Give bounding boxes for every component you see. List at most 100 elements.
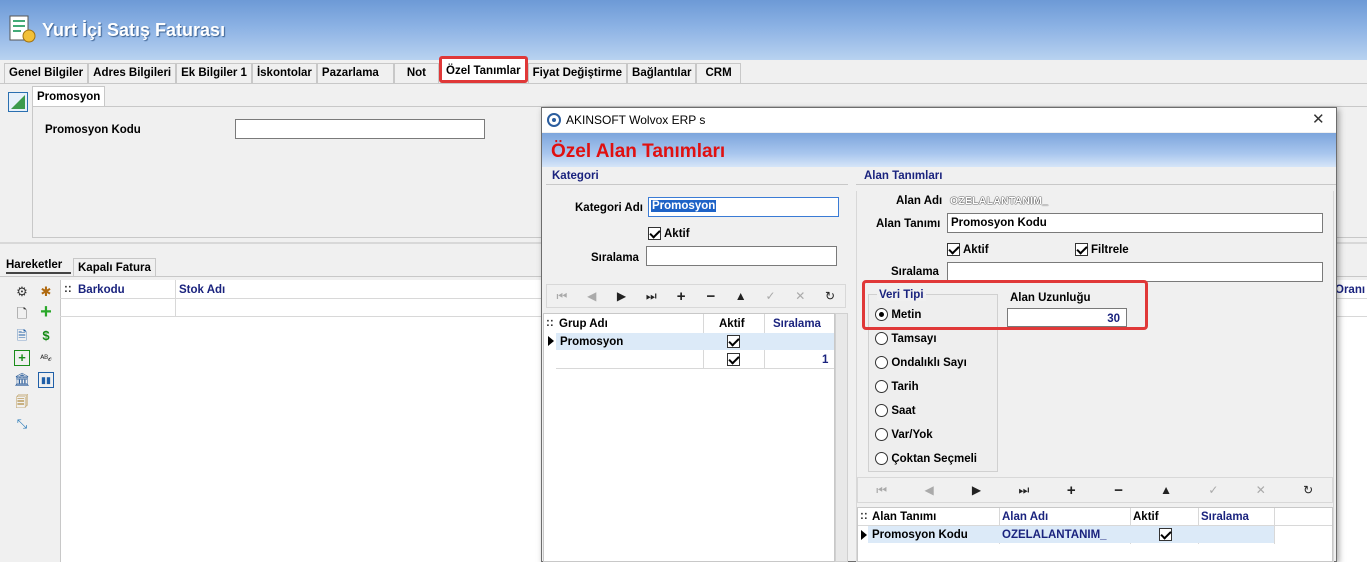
radio-ondalikli-circle[interactable] (875, 356, 888, 370)
tab-adres-bilgileri[interactable]: Adres Bilgileri (88, 63, 177, 83)
nav-first-icon[interactable]: ⏮ (552, 289, 572, 304)
report-icon[interactable]: 🗐 (14, 394, 30, 410)
col-stok-adi[interactable]: Stok Adı (179, 284, 225, 296)
alan-nav-last-icon[interactable]: ⏭ (1014, 483, 1034, 498)
col-orani[interactable]: Oranı (1335, 284, 1365, 296)
alan-navigator: ⏮ ◀ ▶ ⏭ + − ▲ ✓ ✕ ↻ (857, 477, 1333, 503)
new-document-icon[interactable]: 🗋 (14, 306, 30, 322)
alan-nav-next-icon[interactable]: ▶ (966, 483, 986, 497)
add-icon[interactable]: + (38, 302, 54, 322)
tab-pazarlama[interactable]: Pazarlama (316, 63, 394, 83)
dollar-icon[interactable]: $ (38, 328, 54, 344)
alan-col-div4 (1274, 508, 1275, 544)
kategori-col-siralama[interactable]: Sıralama (773, 318, 821, 330)
tab-ozel-tanimlar[interactable]: Özel Tanımlar (439, 56, 528, 83)
nav-refresh-icon[interactable]: ↻ (820, 289, 840, 303)
pause-icon[interactable]: ▮▮ (38, 372, 54, 388)
kategori-grid-scrollbar[interactable] (835, 313, 848, 562)
alan-row-aktif-check[interactable] (1159, 528, 1172, 541)
tab-not[interactable]: Not (393, 63, 439, 83)
bug-icon[interactable]: ✱ (38, 284, 54, 300)
network-icon[interactable]: ⤡ (14, 416, 30, 432)
nav-next-icon[interactable]: ▶ (611, 289, 631, 303)
alan-row-aktif[interactable] (1159, 528, 1172, 544)
kategori-adi-value: Promosyon (651, 200, 717, 212)
alan-tanimi-input[interactable]: Promosyon Kodu (947, 213, 1323, 233)
kategori-siralama-label: Sıralama (591, 252, 639, 264)
alan-nav-cancel-icon[interactable]: ✕ (1251, 483, 1271, 497)
radio-tamsayi-circle[interactable] (875, 332, 888, 346)
add-document-icon[interactable]: + (14, 350, 30, 366)
radio-tarih-circle[interactable] (875, 380, 888, 394)
kategori-grid[interactable] (543, 313, 835, 562)
radio-var-yok[interactable]: Var/Yok (875, 427, 933, 442)
radio-tarih[interactable]: Tarih (875, 379, 919, 394)
alan-col-alan-tanimi[interactable]: Alan Tanımı (872, 511, 936, 523)
radio-coktan-secmeli[interactable]: Çoktan Seçmeli (875, 451, 977, 466)
alan-nav-first-icon[interactable]: ⏮ (872, 483, 892, 498)
alan-nav-delete-icon[interactable]: − (1109, 482, 1129, 499)
tab-crm[interactable]: CRM (696, 63, 741, 83)
abc-icon[interactable]: ᴬᴮ𝒸 (38, 350, 54, 366)
invoice-app-icon (9, 15, 36, 43)
kategori-aktif-label: Aktif (664, 228, 690, 240)
kategori-row1-aktif-check[interactable] (727, 335, 740, 348)
settings-gear-icon[interactable]: ⚙ (14, 284, 30, 300)
tab-kapali-fatura[interactable]: Kapalı Fatura (73, 258, 156, 277)
radio-ondalikli[interactable]: Ondalıklı Sayı (875, 355, 967, 370)
alan-nav-post-icon[interactable]: ✓ (1203, 483, 1223, 497)
radio-tarih-label: Tarih (891, 381, 919, 393)
nav-prev-icon[interactable]: ◀ (582, 289, 602, 303)
nav-up-icon[interactable]: ▲ (731, 289, 751, 303)
toolbar-vertical: ⚙ ✱ 🗋 + 🗎 $ + ᴬᴮ𝒸 🏛 ▮▮ 🗐 ⤡ (10, 282, 60, 442)
kategori-col-aktif[interactable]: Aktif (719, 318, 745, 330)
tab-baglantilar[interactable]: Bağlantılar (627, 63, 697, 83)
alan-nav-add-icon[interactable]: + (1061, 482, 1081, 499)
dialog-close-button[interactable]: ✕ (1312, 110, 1325, 128)
alan-nav-prev-icon[interactable]: ◀ (919, 483, 939, 497)
alan-col-alan-adi[interactable]: Alan Adı (1002, 511, 1048, 523)
promosyon-kodu-input[interactable] (235, 119, 485, 139)
kategori-adi-input[interactable]: Promosyon (648, 197, 839, 217)
radio-tamsayi[interactable]: Tamsayı (875, 331, 937, 346)
building-icon[interactable]: 🏛 (14, 372, 31, 388)
radio-saat[interactable]: Saat (875, 403, 916, 418)
tab-hareketler[interactable]: Hareketler (4, 257, 64, 277)
dialog-header-title: Özel Alan Tanımları (551, 141, 726, 162)
kategori-aktif-check[interactable] (648, 227, 661, 240)
alan-aktif-checkbox[interactable] (947, 243, 960, 259)
nav-last-icon[interactable]: ⏭ (641, 289, 661, 304)
alan-col-aktif[interactable]: Aktif (1133, 511, 1159, 523)
tab-fiyat-degistirme[interactable]: Fiyat Değiştirme (527, 63, 628, 83)
alan-aktif-check[interactable] (947, 243, 960, 256)
alan-tanimi-value: Promosyon Kodu (951, 217, 1047, 229)
kategori-aktif-checkbox[interactable] (648, 227, 661, 243)
kategori-section-line (546, 184, 848, 185)
chart-icon[interactable] (8, 92, 28, 112)
nav-post-icon[interactable]: ✓ (760, 289, 780, 303)
kategori-row2-aktif[interactable] (727, 353, 740, 369)
radio-coktan-circle[interactable] (875, 452, 888, 466)
kategori-row2-aktif-check[interactable] (727, 353, 740, 366)
alan-siralama-input[interactable] (947, 262, 1323, 282)
nav-cancel-icon[interactable]: ✕ (790, 289, 810, 303)
alan-nav-refresh-icon[interactable]: ↻ (1298, 483, 1318, 497)
tab-genel-bilgiler[interactable]: Genel Bilgiler (4, 63, 89, 83)
kategori-row1-aktif[interactable] (727, 335, 740, 351)
tab-iskontolar[interactable]: İskontolar (251, 63, 317, 83)
alan-col-siralama[interactable]: Sıralama (1201, 511, 1249, 523)
alan-nav-up-icon[interactable]: ▲ (1156, 483, 1176, 497)
kategori-siralama-input[interactable] (646, 246, 837, 266)
col-barkodu[interactable]: Barkodu (78, 284, 125, 296)
subtab-promosyon[interactable]: Promosyon (32, 86, 106, 107)
alan-filtrele-check[interactable] (1075, 243, 1088, 256)
alan-row-alan-adi: OZELALANTANIM_ (1002, 529, 1107, 541)
alan-filtrele-checkbox[interactable] (1075, 243, 1088, 259)
radio-var-yok-circle[interactable] (875, 428, 888, 442)
nav-delete-icon[interactable]: − (701, 288, 721, 305)
document-list-icon[interactable]: 🗎 (14, 328, 30, 344)
nav-add-icon[interactable]: + (671, 288, 691, 305)
tab-ek-bilgiler-1[interactable]: Ek Bilgiler 1 (176, 63, 252, 83)
radio-saat-circle[interactable] (875, 404, 888, 418)
kategori-col-grup-adi[interactable]: Grup Adı (559, 318, 608, 330)
